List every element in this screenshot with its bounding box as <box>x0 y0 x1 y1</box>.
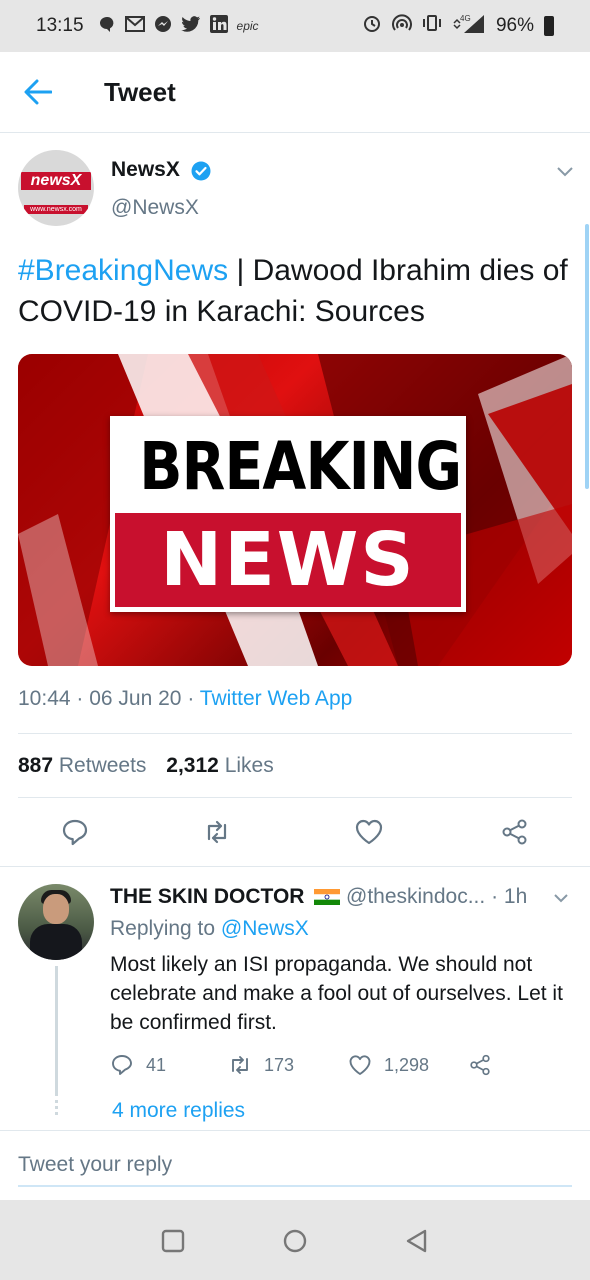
more-replies-link[interactable]: 4 more replies <box>112 1099 245 1123</box>
divider <box>18 797 572 798</box>
avatar-url-text: www.newsx.com <box>24 205 88 214</box>
india-flag-icon <box>314 889 340 905</box>
vibrate-icon <box>422 13 442 39</box>
back-arrow-icon[interactable] <box>24 79 52 105</box>
retweet-icon[interactable] <box>202 817 232 847</box>
author-handle[interactable]: @NewsX <box>111 196 199 220</box>
retweets-stat[interactable]: 887 Retweets <box>18 754 146 777</box>
share-icon <box>470 1054 490 1076</box>
tweet-text: #BreakingNews | Dawood Ibrahim dies of C… <box>18 250 578 332</box>
retweet-icon <box>232 1056 248 1074</box>
reply-time: · 1h <box>491 885 528 908</box>
gmail-icon <box>124 16 145 36</box>
reply-share-action[interactable] <box>468 1053 504 1077</box>
news-text: NEWS <box>115 513 461 607</box>
thread-line <box>55 966 58 1096</box>
4g-signal-icon: 4G <box>452 13 486 39</box>
battery-level: 96% <box>495 15 534 36</box>
tweet-date: 06 Jun 20 <box>89 687 182 710</box>
reply-author-name[interactable]: THE SKIN DOCTOR <box>110 885 304 909</box>
svg-text:4G: 4G <box>460 14 471 23</box>
replying-to-line: Replying to @NewsX <box>110 917 309 940</box>
hashtag-link[interactable]: #BreakingNews <box>18 254 228 287</box>
scrollbar[interactable] <box>585 224 589 489</box>
recents-square-icon[interactable] <box>160 1228 186 1254</box>
reply-like-action[interactable]: 1,298 <box>348 1053 429 1077</box>
reply-icon[interactable] <box>60 817 90 847</box>
chat-bubble-icon <box>98 15 116 37</box>
back-triangle-icon[interactable] <box>404 1228 430 1254</box>
tweet-stats: 887 Retweets 2,312 Likes <box>18 754 274 778</box>
reply-avatar[interactable] <box>18 884 94 960</box>
reply-text: Most likely an ISI propaganda. We should… <box>110 953 563 1034</box>
system-icons: 4G 96% <box>362 13 554 39</box>
hotspot-icon <box>392 13 412 39</box>
like-heart-icon <box>349 1055 371 1075</box>
chevron-down-icon[interactable] <box>553 893 569 904</box>
retweet-count: 173 <box>264 1054 295 1075</box>
messenger-icon <box>154 15 172 37</box>
battery-icon <box>544 16 554 36</box>
reply-composer <box>0 1130 590 1201</box>
divider <box>18 733 572 734</box>
tweet-source[interactable]: Twitter Web App <box>200 687 353 710</box>
linkedin-icon <box>209 15 228 37</box>
breaking-news-banner: BREAKING NEWS <box>110 416 466 612</box>
like-heart-icon[interactable] <box>354 817 384 847</box>
divider <box>0 866 590 867</box>
thread-dots <box>55 1100 58 1118</box>
home-circle-icon[interactable] <box>282 1228 308 1254</box>
chevron-down-icon[interactable] <box>556 166 574 178</box>
likes-stat[interactable]: 2,312 Likes <box>166 754 273 777</box>
share-icon[interactable] <box>500 817 530 847</box>
reply-input[interactable] <box>18 1145 572 1187</box>
tweet-image[interactable]: BREAKING NEWS <box>18 354 572 666</box>
android-nav-bar <box>0 1200 590 1280</box>
notification-icons: epic <box>98 15 259 37</box>
like-count: 1,298 <box>384 1054 430 1075</box>
author-avatar[interactable]: newsX www.newsx.com <box>18 150 94 226</box>
reply-retweet-action[interactable]: 173 <box>228 1053 294 1077</box>
verified-badge-icon <box>191 161 211 181</box>
mention-link[interactable]: @NewsX <box>221 917 309 940</box>
app-bar: Tweet <box>0 52 590 133</box>
author-name[interactable]: NewsX <box>111 158 180 182</box>
status-bar: 13:15 epic 4G 96% <box>0 0 590 52</box>
reply-comment-action[interactable]: 41 <box>110 1053 166 1077</box>
reply-count: 41 <box>146 1054 167 1075</box>
alarm-icon <box>362 13 382 39</box>
reply-author-handle: @theskindoc... · 1h <box>346 885 528 908</box>
tweet-time: 10:44 <box>18 687 71 710</box>
reply-icon <box>112 1055 132 1075</box>
newsx-logo: newsX <box>21 172 91 190</box>
page-title: Tweet <box>104 76 176 107</box>
status-time: 13:15 <box>36 15 84 36</box>
breaking-text: BREAKING <box>139 421 462 513</box>
epic-icon: epic <box>236 19 259 33</box>
twitter-icon <box>180 16 201 36</box>
tweet-meta: 10:44 · 06 Jun 20 · Twitter Web App <box>18 687 353 710</box>
